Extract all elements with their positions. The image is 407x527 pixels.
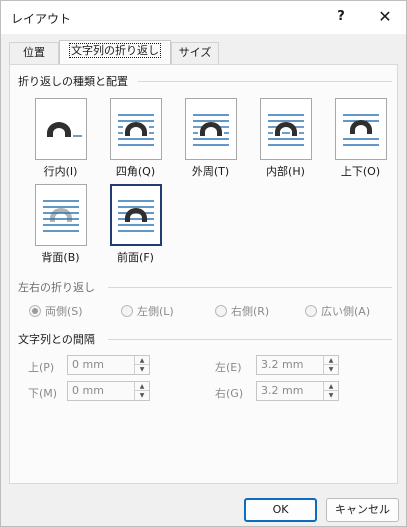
top-distance-label: 上(P) — [28, 361, 55, 374]
divider — [108, 287, 392, 288]
wrap-option-label: 内部(H) — [266, 165, 305, 178]
spin-down-icon[interactable]: ▼ — [135, 365, 149, 374]
wrap-option-label: 外周(T) — [191, 165, 230, 178]
stepper-value: 3.2 mm — [261, 358, 304, 371]
wrap-section-title: 折り返しの種類と配置 — [18, 75, 128, 88]
tab-panel: 折り返しの種類と配置 行内(I) 四角(Q) 外周(T) 内部(H) 上下(O)… — [9, 64, 398, 484]
wrap-option-tight[interactable]: 外周(T) — [182, 98, 239, 179]
radio-dot — [215, 305, 227, 317]
wrap-option-behind[interactable]: 背面(B) — [32, 184, 89, 265]
stepper-buttons: ▲ ▼ — [323, 382, 338, 400]
spin-up-icon[interactable]: ▲ — [324, 356, 338, 365]
radio-label: 両側(S) — [45, 305, 83, 318]
radio-label: 広い側(A) — [321, 305, 371, 318]
side-section-title: 左右の折り返し — [18, 281, 95, 294]
stepper-buttons: ▲ ▼ — [323, 356, 338, 374]
inline-wrap-icon-art — [46, 122, 82, 137]
radio-label: 右側(R) — [231, 305, 270, 318]
ok-button[interactable]: OK — [244, 498, 317, 522]
radio-dot — [29, 305, 41, 317]
square-wrap-icon-art — [117, 114, 154, 146]
bottom-distance-stepper[interactable]: 0 mm ▲ ▼ — [67, 381, 150, 401]
right-distance-label: 右(G) — [215, 387, 244, 400]
wrap-option-label: 行内(I) — [43, 165, 78, 178]
tab-position[interactable]: 位置 — [9, 42, 59, 64]
radio-right-side[interactable]: 右側(R) — [215, 304, 269, 320]
spin-down-icon[interactable]: ▼ — [324, 391, 338, 400]
wrap-option-label: 四角(Q) — [115, 165, 156, 178]
radio-label: 左側(L) — [137, 305, 174, 318]
cancel-button[interactable]: キャンセル — [326, 498, 399, 522]
title-bar: レイアウト ? ✕ — [1, 1, 406, 34]
radio-left-side[interactable]: 左側(L) — [121, 304, 174, 320]
spin-up-icon[interactable]: ▲ — [135, 356, 149, 365]
behind-text-icon-art — [42, 200, 79, 232]
wrap-option-label: 背面(B) — [41, 251, 80, 264]
top-bottom-wrap-icon-art — [342, 114, 379, 146]
tab-text-wrapping[interactable]: 文字列の折り返し — [59, 40, 171, 64]
stepper-value: 3.2 mm — [261, 384, 304, 397]
spin-down-icon[interactable]: ▼ — [135, 391, 149, 400]
close-button[interactable]: ✕ — [373, 7, 397, 27]
radio-largest-side[interactable]: 広い側(A) — [305, 304, 370, 320]
stepper-value: 0 mm — [72, 358, 104, 371]
dialog-title: レイアウト — [11, 12, 72, 26]
stepper-buttons: ▲ ▼ — [134, 382, 149, 400]
divider — [108, 339, 392, 340]
in-front-of-text-icon-art — [117, 200, 154, 232]
stepper-buttons: ▲ ▼ — [134, 356, 149, 374]
in-front-of-text-icon — [109, 184, 162, 246]
top-distance-stepper[interactable]: 0 mm ▲ ▼ — [67, 355, 150, 375]
square-wrap-icon — [109, 98, 162, 160]
wrap-option-square[interactable]: 四角(Q) — [107, 98, 164, 179]
divider — [138, 81, 392, 82]
spin-up-icon[interactable]: ▲ — [324, 382, 338, 391]
bottom-distance-label: 下(M) — [28, 387, 58, 400]
through-wrap-icon-art — [267, 114, 304, 146]
spin-up-icon[interactable]: ▲ — [135, 382, 149, 391]
stepper-value: 0 mm — [72, 384, 104, 397]
spin-down-icon[interactable]: ▼ — [324, 365, 338, 374]
layout-dialog: レイアウト ? ✕ 位置 文字列の折り返し サイズ 折り返しの種類と配置 行内(… — [0, 0, 407, 527]
wrap-option-label: 前面(F) — [117, 251, 154, 264]
wrap-option-through[interactable]: 内部(H) — [257, 98, 314, 179]
right-distance-stepper[interactable]: 3.2 mm ▲ ▼ — [256, 381, 339, 401]
tight-wrap-icon-art — [192, 114, 229, 146]
radio-dot — [121, 305, 133, 317]
inline-wrap-icon — [34, 98, 87, 160]
left-distance-label: 左(E) — [215, 361, 242, 374]
wrap-option-top-bottom[interactable]: 上下(O) — [332, 98, 389, 179]
distance-section-title: 文字列との間隔 — [18, 333, 95, 346]
tab-label: 位置 — [23, 46, 45, 59]
help-button[interactable]: ? — [331, 7, 351, 27]
radio-both-sides[interactable]: 両側(S) — [29, 304, 83, 320]
wrap-option-inline[interactable]: 行内(I) — [32, 98, 89, 179]
tab-size[interactable]: サイズ — [171, 42, 219, 64]
tab-label: サイズ — [178, 46, 212, 59]
tight-wrap-icon — [184, 98, 237, 160]
radio-dot — [305, 305, 317, 317]
behind-text-icon — [34, 184, 87, 246]
wrap-option-in-front[interactable]: 前面(F) — [107, 184, 164, 265]
left-distance-stepper[interactable]: 3.2 mm ▲ ▼ — [256, 355, 339, 375]
wrap-option-label: 上下(O) — [340, 165, 381, 178]
through-wrap-icon — [259, 98, 312, 160]
top-bottom-wrap-icon — [334, 98, 387, 160]
tab-label: 文字列の折り返し — [69, 43, 161, 58]
